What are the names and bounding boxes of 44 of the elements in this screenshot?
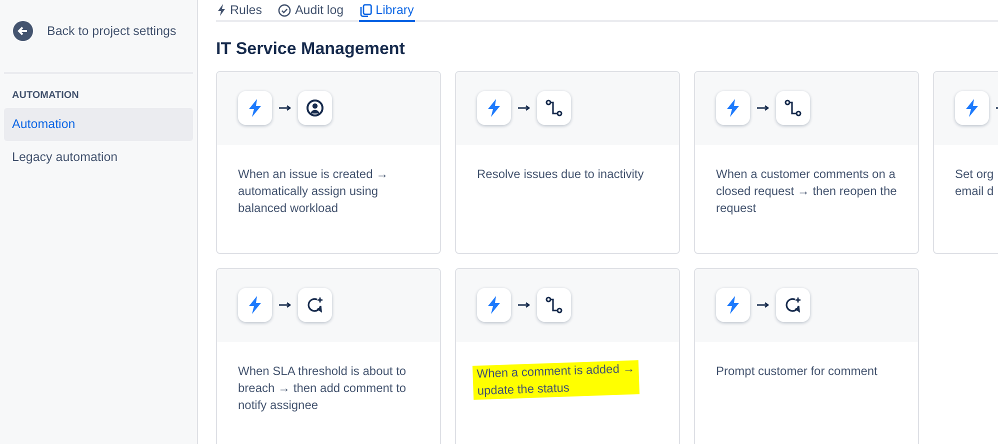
template-description: When an issue is created → automatically assign using balanced workload (238, 166, 390, 216)
template-description: Resolve issues due to inactivity (477, 166, 645, 182)
branch-icon (545, 99, 563, 117)
tab[interactable]: Rules (216, 0, 263, 22)
sidebar-item[interactable]: Legacy automation (4, 141, 193, 174)
rule-template-card[interactable]: Set org email d (933, 70, 998, 254)
arrow-icon (279, 302, 291, 308)
lightning-icon (965, 99, 979, 117)
template-description: When SLA threshold is about to breach → then add comment to notify assignee (238, 362, 408, 414)
lightning-icon (248, 99, 262, 117)
page-heading: IT Service Management (216, 38, 406, 60)
lightning-icon (487, 296, 501, 314)
tab[interactable]: Audit log (276, 0, 345, 22)
template-description: Prompt customer for comment (716, 362, 878, 380)
lightning-icon (726, 99, 740, 117)
tab[interactable]: Library (358, 0, 415, 22)
rule-template-card[interactable]: When an issue is created → automatically assign using balanced workload (216, 70, 441, 254)
rule-template-card[interactable]: When SLA threshold is about to breach → then add comment to notify assignee (216, 268, 441, 444)
user-avatar-icon (306, 99, 324, 117)
template-description: Set org email d (955, 166, 995, 200)
lightning-icon (217, 4, 226, 16)
copy-icon (360, 4, 372, 16)
comment-add-icon (306, 296, 324, 314)
template-description: When a comment is added → update the status (472, 360, 640, 400)
back-link[interactable]: Back to project settings (4, 20, 193, 74)
sidebar-item[interactable]: Automation (4, 108, 193, 141)
arrow-icon (518, 302, 530, 308)
arrow-icon (757, 105, 769, 111)
lightning-icon (487, 99, 501, 117)
check-circle-icon (278, 4, 291, 16)
rule-template-card[interactable]: When a customer comments on a closed request → then reopen the request (694, 70, 919, 254)
lightning-icon (726, 296, 740, 314)
rule-template-card[interactable]: When a comment is added → update the status (455, 268, 680, 444)
arrow-icon (757, 302, 769, 308)
branch-icon (784, 99, 802, 117)
arrow-icon (518, 105, 530, 111)
section-title: AUTOMATION (11, 89, 80, 103)
arrow-icon (279, 105, 291, 111)
rule-template-card[interactable]: Resolve issues due to inactivity (455, 70, 680, 254)
comment-add-icon (784, 296, 802, 314)
branch-icon (545, 296, 563, 314)
lightning-icon (248, 296, 262, 314)
template-description: When a customer comments on a closed request → then reopen the request (716, 166, 898, 216)
rule-template-card[interactable]: Prompt customer for comment (694, 268, 919, 444)
